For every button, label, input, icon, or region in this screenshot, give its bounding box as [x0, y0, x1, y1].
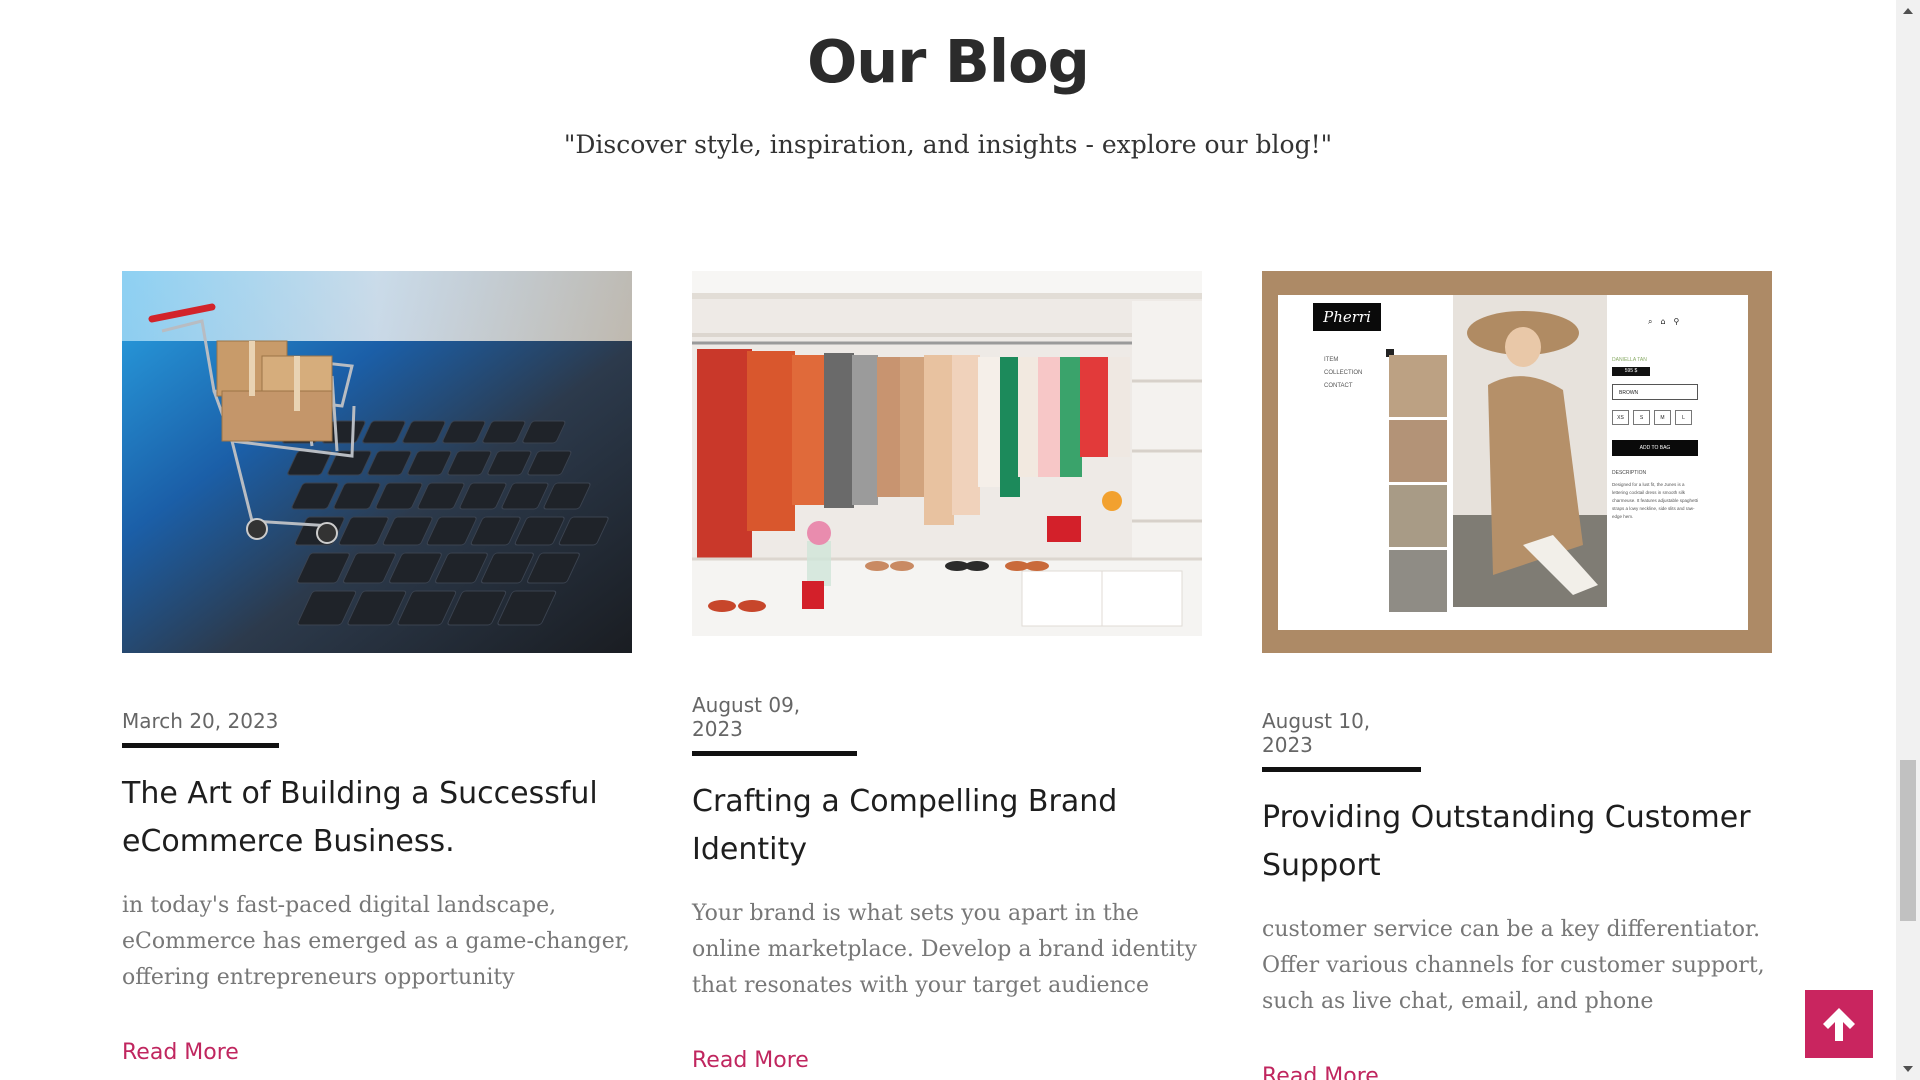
- scrollbar-thumb[interactable]: [1900, 760, 1916, 921]
- mockup-description-label: DESCRIPTION: [1612, 470, 1647, 476]
- mockup-logo: Pherri: [1313, 303, 1381, 331]
- blog-image-ecommerce[interactable]: [122, 271, 632, 653]
- read-more-link[interactable]: Read More: [692, 1048, 1202, 1073]
- mockup-size: XS: [1612, 410, 1629, 425]
- scroll-down-arrow-icon[interactable]: [1903, 1066, 1913, 1072]
- mockup-size-row: XS S M L: [1612, 410, 1692, 425]
- post-title[interactable]: Crafting a Compelling Brand Identity: [692, 778, 1202, 874]
- page-title: Our Blog: [807, 27, 1090, 96]
- mockup-thumbnail: [1389, 485, 1447, 547]
- mockup-model-photo: [1453, 295, 1607, 607]
- blog-image-support[interactable]: Pherri ITEM COLLECTION CONTACT ⌕⌂⚲ DANIE…: [1262, 271, 1772, 653]
- fashion-mockup: Pherri ITEM COLLECTION CONTACT ⌕⌂⚲ DANIE…: [1278, 295, 1748, 630]
- post-excerpt: customer service can be a key differenti…: [1262, 917, 1765, 1014]
- clothing-rack-image: [692, 271, 1202, 636]
- vertical-scrollbar[interactable]: [1896, 0, 1920, 1080]
- post-title[interactable]: The Art of Building a Successful eCommer…: [122, 770, 632, 866]
- blog-section: Our Blog "Discover style, inspiration, a…: [0, 0, 1896, 1080]
- mockup-color-select: BROWN: [1612, 384, 1698, 400]
- blog-card: August 09, 2023 Crafting a Compelling Br…: [692, 271, 1202, 1073]
- mockup-product-name: DANIELLA TAN: [1612, 357, 1647, 363]
- mockup-nav-item: CONTACT: [1324, 383, 1353, 389]
- blog-card: Pherri ITEM COLLECTION CONTACT ⌕⌂⚲ DANIE…: [1262, 271, 1772, 1080]
- blog-card: March 20, 2023 The Art of Building a Suc…: [122, 271, 632, 1065]
- mockup-size: M: [1654, 410, 1671, 425]
- mockup-size: L: [1675, 410, 1692, 425]
- mockup-add-to-bag: ADD TO BAG: [1612, 440, 1698, 456]
- mockup-nav-item: ITEM: [1324, 357, 1339, 363]
- post-date: August 09, 2023: [692, 693, 857, 756]
- read-more-link[interactable]: Read More: [1262, 1064, 1772, 1080]
- cart-laptop-image: [122, 271, 632, 653]
- mockup-thumbnail: [1389, 355, 1447, 417]
- mockup-thumbnail: [1389, 420, 1447, 482]
- mockup-size: S: [1633, 410, 1650, 425]
- post-title[interactable]: Providing Outstanding Customer Support: [1262, 794, 1772, 890]
- mockup-description: Designed for a lust fit, the Junes is a …: [1612, 482, 1699, 519]
- page-subtitle: "Discover style, inspiration, and insigh…: [563, 130, 1333, 159]
- arrow-up-icon: [1823, 1008, 1855, 1041]
- mockup-nav: ITEM COLLECTION CONTACT: [1324, 354, 1362, 393]
- blog-image-brand[interactable]: [692, 271, 1202, 636]
- post-date: March 20, 2023: [122, 709, 279, 748]
- mockup-thumbnail: [1389, 550, 1447, 612]
- post-excerpt: Your brand is what sets you apart in the…: [692, 901, 1197, 998]
- post-excerpt: in today's fast-paced digital landscape,…: [122, 893, 630, 990]
- scroll-up-arrow-icon[interactable]: [1903, 8, 1913, 14]
- post-date: August 10, 2023: [1262, 709, 1421, 772]
- mockup-nav-item: COLLECTION: [1324, 370, 1363, 376]
- mockup-icons: ⌕⌂⚲: [1648, 317, 1688, 326]
- mockup-price: 595 $: [1612, 367, 1650, 376]
- read-more-link[interactable]: Read More: [122, 1040, 632, 1065]
- scroll-to-top-button[interactable]: [1805, 990, 1873, 1058]
